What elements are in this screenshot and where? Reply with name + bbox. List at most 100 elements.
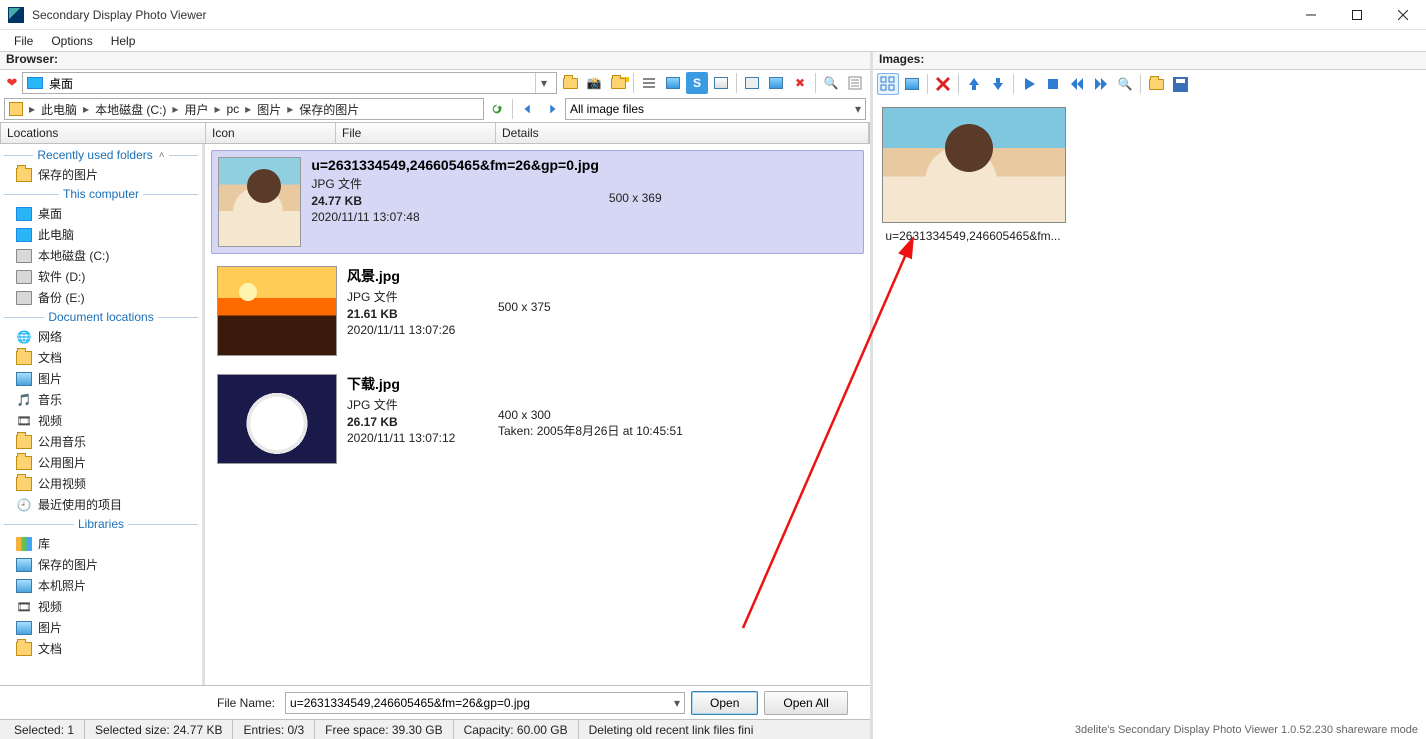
file-item[interactable]: u=2631334549,246605465&fm=26&gp=0.jpg JP…: [211, 150, 864, 254]
camera-icon[interactable]: 📸: [583, 72, 605, 94]
menu-help[interactable]: Help: [103, 32, 144, 50]
locations-tree[interactable]: Recently used folders˄ 保存的图片 This comput…: [0, 144, 205, 685]
crumb-3[interactable]: pc: [222, 102, 243, 116]
properties-icon[interactable]: [844, 72, 866, 94]
tree-node[interactable]: 文档: [0, 347, 202, 368]
images-body[interactable]: u=2631334549,246605465&fm...: [873, 98, 1426, 721]
refresh-button[interactable]: [486, 98, 508, 120]
collapse-icon[interactable]: ˄: [159, 150, 165, 161]
file-item[interactable]: 下载.jpg JPG 文件 26.17 KB 2020/11/11 13:07:…: [211, 368, 864, 470]
breadcrumb-arrow-icon[interactable]: ▸: [212, 102, 222, 116]
crumb-0[interactable]: 此电脑: [37, 101, 81, 118]
tree-section-computer[interactable]: This computer: [0, 185, 202, 203]
menu-options[interactable]: Options: [43, 32, 100, 50]
open-all-button[interactable]: Open All: [764, 691, 847, 715]
tree-node[interactable]: 库: [0, 533, 202, 554]
breadcrumb-arrow-icon[interactable]: ▸: [285, 102, 295, 116]
breadcrumb[interactable]: ▸ 此电脑 ▸ 本地磁盘 (C:) ▸ 用户 ▸ pc ▸ 图片 ▸ 保存的图片: [4, 98, 484, 120]
chevron-down-icon[interactable]: ▾: [855, 102, 861, 116]
tree-node[interactable]: 公用视频: [0, 473, 202, 494]
crumb-4[interactable]: 图片: [253, 101, 285, 118]
location-combo[interactable]: 桌面 ▾: [22, 72, 557, 94]
view-single-icon[interactable]: [901, 73, 923, 95]
col-details[interactable]: Details: [496, 123, 869, 143]
nav-back-button[interactable]: [517, 98, 539, 120]
nav-forward-button[interactable]: [541, 98, 563, 120]
menu-file[interactable]: File: [6, 32, 41, 50]
tree-node[interactable]: 图片: [0, 368, 202, 389]
close-button[interactable]: [1380, 0, 1426, 30]
chevron-down-icon[interactable]: ▾: [535, 73, 552, 93]
file-filter-combo[interactable]: All image files ▾: [565, 98, 866, 120]
file-item[interactable]: 风景.jpg JPG 文件 21.61 KB 2020/11/11 13:07:…: [211, 260, 864, 362]
file-thumbnail: [217, 374, 337, 464]
breadcrumb-arrow-icon[interactable]: ▸: [81, 102, 91, 116]
video-icon: 🎞: [16, 414, 32, 428]
maximize-button[interactable]: [1334, 0, 1380, 30]
favorite-icon[interactable]: ❤: [4, 75, 20, 91]
tree-node[interactable]: 🎵音乐: [0, 389, 202, 410]
crumb-1[interactable]: 本地磁盘 (C:): [91, 101, 170, 118]
view-details-icon[interactable]: [638, 72, 660, 94]
slideshow-icon[interactable]: [710, 72, 732, 94]
file-list[interactable]: u=2631334549,246605465&fm=26&gp=0.jpg JP…: [205, 144, 870, 685]
tree-node[interactable]: 备份 (E:): [0, 287, 202, 308]
breadcrumb-arrow-icon[interactable]: ▸: [170, 102, 180, 116]
move-up-icon[interactable]: [963, 73, 985, 95]
tree-node[interactable]: 此电脑: [0, 224, 202, 245]
tree-node[interactable]: 本机照片: [0, 575, 202, 596]
view-grid-icon[interactable]: [877, 73, 899, 95]
library-icon: [16, 537, 32, 551]
tree-node[interactable]: 公用音乐: [0, 431, 202, 452]
tree-node[interactable]: 保存的图片: [0, 164, 202, 185]
remove-image-icon[interactable]: [932, 73, 954, 95]
tree-section-doclocs[interactable]: Document locations: [0, 308, 202, 326]
tree-node[interactable]: 文档: [0, 638, 202, 659]
tree-node[interactable]: 公用图片: [0, 452, 202, 473]
tree-section-libraries[interactable]: Libraries: [0, 515, 202, 533]
col-locations[interactable]: Locations: [1, 123, 206, 143]
save-icon[interactable]: [1169, 73, 1191, 95]
col-file[interactable]: File: [336, 123, 496, 143]
minimize-button[interactable]: [1288, 0, 1334, 30]
tree-node[interactable]: 🌐网络: [0, 326, 202, 347]
delete-icon[interactable]: ✖: [789, 72, 811, 94]
play-icon[interactable]: [1018, 73, 1040, 95]
open-button[interactable]: Open: [691, 691, 758, 715]
breadcrumb-arrow-icon[interactable]: ▸: [27, 102, 37, 116]
status-selected: Selected: 1: [4, 720, 85, 739]
tree-node[interactable]: 保存的图片: [0, 554, 202, 575]
file-taken: Taken: 2005年8月26日 at 10:45:51: [498, 422, 858, 439]
view-strip-icon[interactable]: [765, 72, 787, 94]
view-slide-icon[interactable]: [741, 72, 763, 94]
tree-section-recent[interactable]: Recently used folders˄: [0, 146, 202, 164]
tree-node[interactable]: 桌面: [0, 203, 202, 224]
crumb-2[interactable]: 用户: [180, 101, 212, 118]
tree-node[interactable]: 本地磁盘 (C:): [0, 245, 202, 266]
sort-icon[interactable]: S: [686, 72, 708, 94]
move-down-icon[interactable]: [987, 73, 1009, 95]
breadcrumb-arrow-icon[interactable]: ▸: [243, 102, 253, 116]
folder-star-icon[interactable]: [607, 72, 629, 94]
file-size: 26.17 KB: [347, 415, 455, 429]
app-icon: [8, 7, 24, 23]
search-icon[interactable]: 🔍: [820, 72, 842, 94]
open-folder-icon[interactable]: [1145, 73, 1167, 95]
tree-node[interactable]: 图片: [0, 617, 202, 638]
image-thumbnail-card[interactable]: u=2631334549,246605465&fm...: [879, 104, 1067, 246]
view-thumb-icon[interactable]: [662, 72, 684, 94]
tree-node[interactable]: 🎞视频: [0, 596, 202, 617]
tree-node[interactable]: 🎞视频: [0, 410, 202, 431]
filename-combo[interactable]: u=2631334549,246605465&fm=26&gp=0.jpg ▾: [285, 692, 685, 714]
tree-node[interactable]: 软件 (D:): [0, 266, 202, 287]
prev-icon[interactable]: [1066, 73, 1088, 95]
open-folder-button[interactable]: [559, 72, 581, 94]
zoom-icon[interactable]: 🔍: [1114, 73, 1136, 95]
chevron-down-icon[interactable]: ▾: [674, 696, 680, 710]
next-icon[interactable]: [1090, 73, 1112, 95]
stop-icon[interactable]: [1042, 73, 1064, 95]
col-icon[interactable]: Icon: [206, 123, 336, 143]
tree-node[interactable]: 🕘最近使用的项目: [0, 494, 202, 515]
crumb-5[interactable]: 保存的图片: [295, 101, 363, 118]
status-bar: Selected: 1 Selected size: 24.77 KB Entr…: [0, 719, 870, 739]
